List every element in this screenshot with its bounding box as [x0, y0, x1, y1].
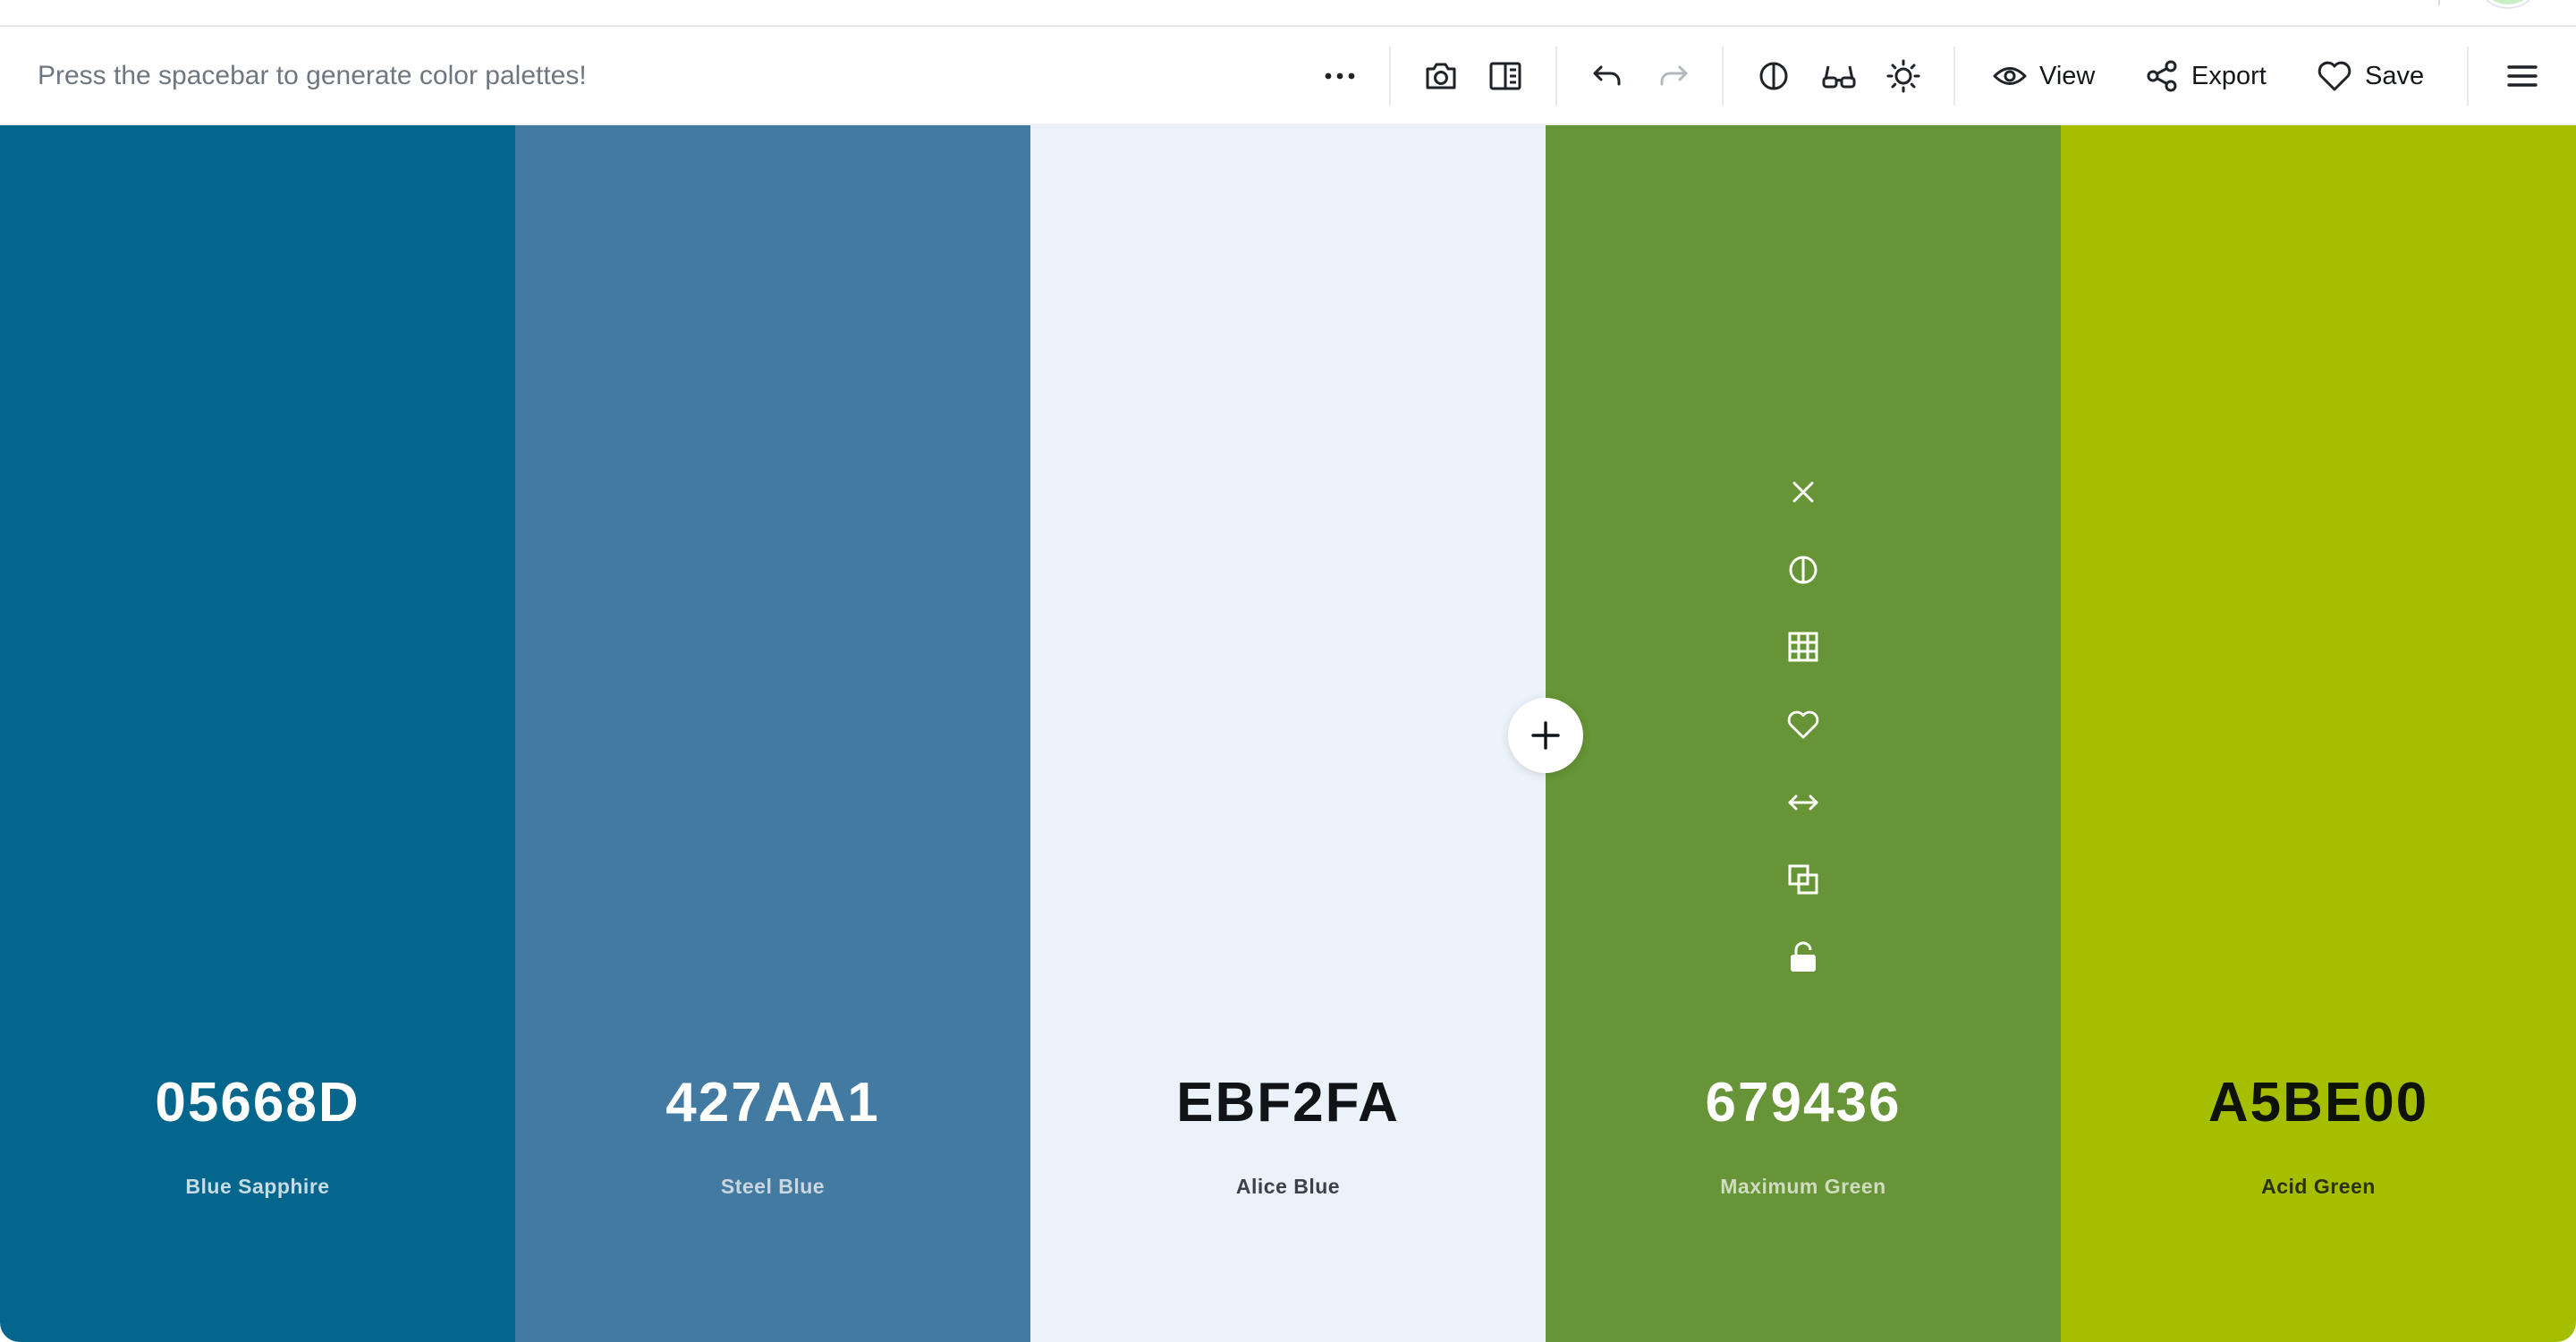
redo-button[interactable] [1651, 49, 1696, 103]
copy-icon [1788, 864, 1818, 895]
hex-code[interactable]: 427AA1 [515, 1071, 1030, 1134]
save-label: Save [2365, 61, 2425, 90]
copy-hex-button[interactable] [1776, 853, 1830, 906]
view-shades-button[interactable] [1776, 620, 1830, 674]
hamburger-menu-icon [2507, 65, 2538, 87]
export-button[interactable]: Export [2145, 49, 2267, 103]
eye-icon [1993, 67, 2027, 85]
export-label: Export [2191, 61, 2267, 90]
more-options-button[interactable] [1315, 49, 1365, 103]
toolbar: Press the spacebar to generate color pal… [0, 27, 2576, 125]
view-label: View [2039, 61, 2096, 90]
color-name[interactable]: Alice Blue [1030, 1175, 1546, 1199]
toolbar-divider [1953, 47, 1955, 106]
close-icon [1792, 481, 1814, 503]
generate-hint: Press the spacebar to generate color pal… [38, 61, 587, 90]
heart-icon [2318, 61, 2351, 91]
drag-arrows-icon [1788, 794, 1818, 811]
glasses-icon [1822, 65, 1856, 89]
toolbar-divider [1389, 47, 1391, 106]
toolbar-divider [1555, 47, 1557, 106]
favorite-color-button[interactable] [1776, 698, 1830, 752]
camera-icon [1426, 63, 1456, 89]
share-icon [2147, 60, 2177, 92]
color-name[interactable]: Maximum Green [1546, 1175, 2061, 1199]
avatar[interactable] [2481, 0, 2535, 7]
screenshot-button[interactable] [1419, 49, 1463, 103]
main-menu-button[interactable] [2500, 49, 2545, 103]
view-button[interactable]: View [1993, 49, 2095, 103]
remove-color-button[interactable] [1776, 465, 1830, 519]
color-swatch-hovered[interactable]: 679436 Maximum Green [1546, 125, 2061, 1342]
more-horizontal-icon [1325, 72, 1355, 80]
undo-icon [1593, 65, 1621, 86]
undo-button[interactable] [1585, 49, 1630, 103]
hex-code[interactable]: EBF2FA [1030, 1071, 1546, 1134]
split-view-icon [1489, 62, 1521, 90]
add-color-button[interactable] [1508, 698, 1583, 773]
color-name[interactable]: Steel Blue [515, 1175, 1030, 1199]
adjust-palette-button[interactable] [1881, 49, 1926, 103]
toolbar-divider [1722, 47, 1724, 106]
hex-code[interactable]: 679436 [1546, 1071, 2061, 1134]
plus-icon [1531, 721, 1560, 750]
heart-icon [1787, 710, 1819, 739]
lock-color-button[interactable] [1776, 930, 1830, 984]
color-blindness-button[interactable] [1817, 49, 1861, 103]
contrast-icon [1759, 62, 1788, 90]
contrast-checker-button[interactable] [1751, 49, 1796, 103]
hex-code[interactable]: 05668D [0, 1071, 515, 1134]
color-palette: 05668D Blue Sapphire 427AA1 Steel Blue E… [0, 125, 2576, 1342]
shades-grid-icon [1788, 632, 1818, 662]
unlock-icon [1791, 941, 1816, 972]
color-name[interactable]: Blue Sapphire [0, 1175, 515, 1199]
color-swatch[interactable]: 05668D Blue Sapphire [0, 125, 515, 1342]
save-button[interactable]: Save [2317, 49, 2424, 103]
browser-top-strip [0, 0, 2576, 27]
color-swatch[interactable]: EBF2FA Alice Blue [1030, 125, 1546, 1342]
sun-icon [1886, 59, 1920, 93]
drag-color-handle[interactable] [1776, 776, 1830, 829]
contrast-icon [1789, 556, 1818, 584]
color-swatch[interactable]: A5BE00 Acid Green [2061, 125, 2576, 1342]
hex-code[interactable]: A5BE00 [2061, 1071, 2576, 1134]
redo-icon [1660, 65, 1688, 86]
view-shades-contrast-button[interactable] [1776, 543, 1830, 597]
color-name[interactable]: Acid Green [2061, 1175, 2576, 1199]
top-separator [2438, 0, 2440, 5]
color-swatch[interactable]: 427AA1 Steel Blue [515, 125, 1030, 1342]
view-layout-button[interactable] [1483, 49, 1528, 103]
toolbar-divider [2467, 47, 2469, 106]
